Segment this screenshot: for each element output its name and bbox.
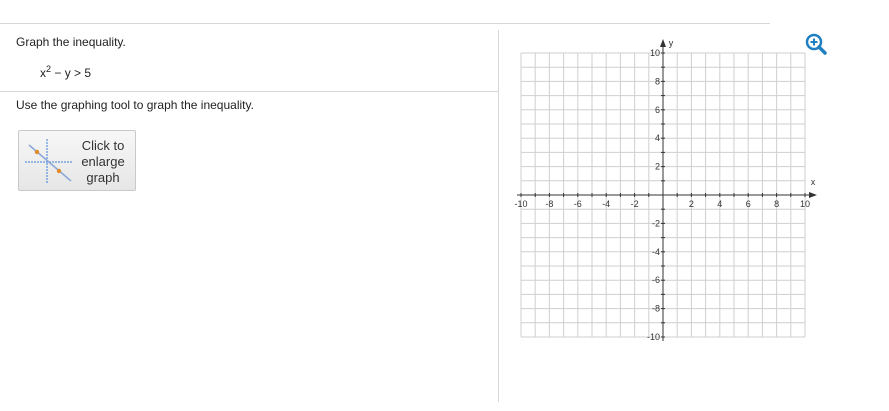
top-divider bbox=[0, 23, 770, 24]
tick-labels: -10 -8 -6 -4 -2 2 4 6 8 10 10 8 6 4 2 -2 -4 -6 -8 -10 x y bbox=[514, 38, 815, 342]
enlarge-label-line: enlarge bbox=[81, 154, 125, 169]
axes bbox=[517, 39, 817, 341]
y-tick-label: -10 bbox=[647, 332, 660, 342]
x-tick-label: 8 bbox=[774, 199, 779, 209]
y-tick-label: 8 bbox=[655, 76, 660, 86]
y-tick-label: 10 bbox=[650, 48, 660, 58]
x-tick-label: -4 bbox=[602, 199, 610, 209]
y-tick-label: 4 bbox=[655, 133, 660, 143]
y-tick-label: 2 bbox=[655, 162, 660, 172]
enlarge-button-label: Click to enlarge graph bbox=[77, 138, 129, 186]
enlarge-label-line: Click to bbox=[81, 138, 125, 153]
x-tick-label: -10 bbox=[514, 199, 527, 209]
enlarge-label-line: graph bbox=[86, 170, 120, 185]
graph-area[interactable]: -10 -8 -6 -4 -2 2 4 6 8 10 10 8 6 4 2 -2 -4 -6 -8 -10 x y bbox=[510, 32, 820, 347]
y-tick-label: 6 bbox=[655, 105, 660, 115]
mini-graph-icon bbox=[25, 139, 73, 183]
enlarge-graph-button[interactable]: Click to enlarge graph bbox=[18, 130, 136, 191]
x-axis-arrow bbox=[809, 192, 817, 198]
y-axis-label: y bbox=[669, 38, 674, 48]
x-tick-label: 10 bbox=[800, 199, 810, 209]
x-tick-label: -2 bbox=[631, 199, 639, 209]
question-prompt: Graph the inequality. bbox=[16, 35, 126, 49]
x-tick-label: 4 bbox=[717, 199, 722, 209]
y-tick-label: -6 bbox=[652, 275, 660, 285]
y-tick-label: -2 bbox=[652, 218, 660, 228]
y-axis-arrow bbox=[660, 39, 666, 47]
x-axis-label: x bbox=[811, 177, 816, 187]
instruction-text: Use the graphing tool to graph the inequ… bbox=[16, 98, 254, 112]
y-tick-label: -8 bbox=[652, 304, 660, 314]
y-tick-label: -4 bbox=[652, 247, 660, 257]
x-tick-label: -6 bbox=[574, 199, 582, 209]
question-divider bbox=[0, 91, 498, 92]
expr-rest: − y > 5 bbox=[51, 66, 92, 80]
panel-divider bbox=[498, 30, 499, 402]
inequality-expression: x2 − y > 5 bbox=[40, 64, 91, 80]
x-tick-label: 6 bbox=[746, 199, 751, 209]
x-tick-label: 2 bbox=[689, 199, 694, 209]
x-tick-label: -8 bbox=[545, 199, 553, 209]
